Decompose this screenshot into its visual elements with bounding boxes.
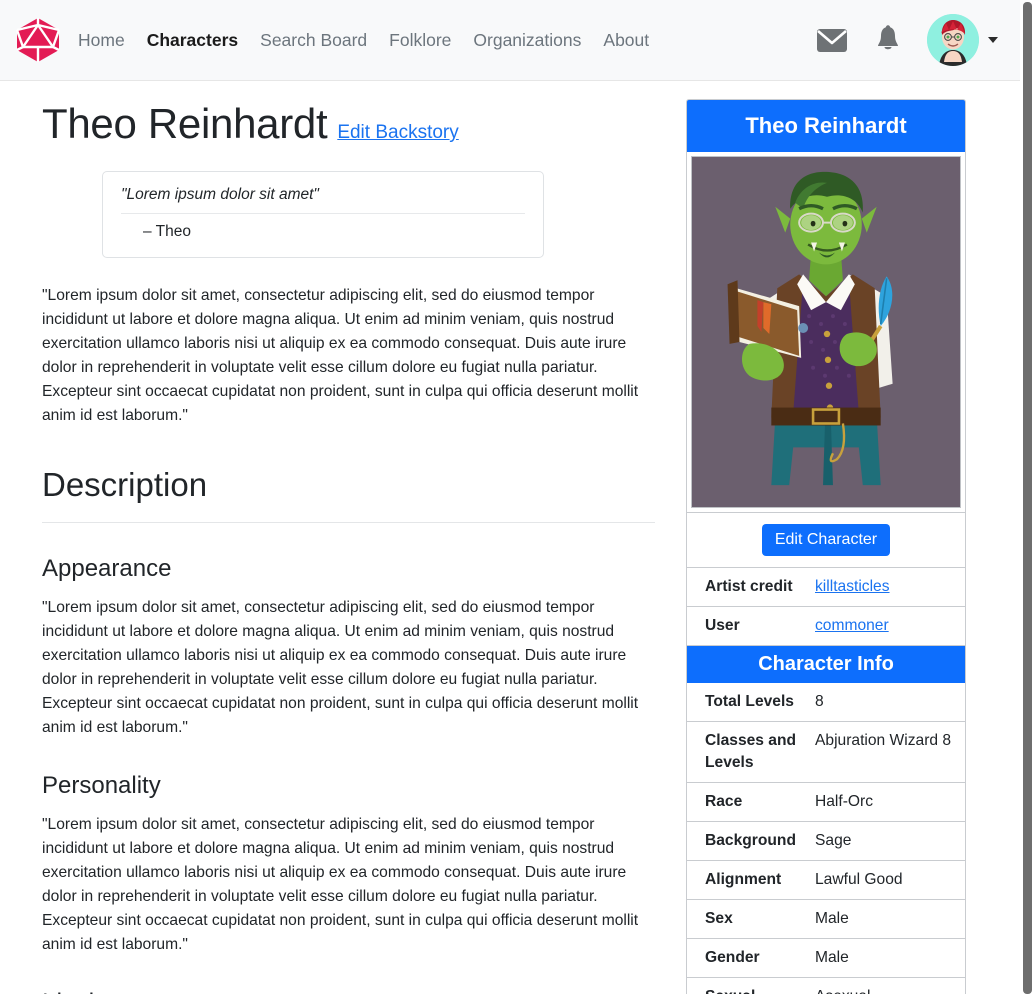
nav-item-about[interactable]: About xyxy=(603,30,649,51)
row-value: Sage xyxy=(815,821,965,861)
messages-button[interactable] xyxy=(815,23,849,57)
row-value: Male xyxy=(815,938,965,978)
character-card-title: Theo Reinhardt xyxy=(687,100,965,152)
table-row: Sexual Orientation Asexual xyxy=(687,977,965,994)
nav-item-characters[interactable]: Characters xyxy=(147,30,238,51)
user-link[interactable]: commoner xyxy=(815,617,889,634)
row-value: 8 xyxy=(815,682,965,722)
page-scrollbar[interactable] xyxy=(1020,0,1035,994)
description-heading: Description xyxy=(42,466,208,504)
personality-heading: Personality xyxy=(42,771,161,799)
row-label: Background xyxy=(687,821,815,861)
row-value: Lawful Good xyxy=(815,860,965,900)
row-label: Classes and Levels xyxy=(687,721,815,783)
row-label: Race xyxy=(687,782,815,822)
nav-item-organizations[interactable]: Organizations xyxy=(473,30,581,51)
notifications-button[interactable] xyxy=(871,23,905,57)
personality-text: "Lorem ipsum dolor sit amet, consectetur… xyxy=(42,816,639,954)
row-value: Male xyxy=(815,899,965,939)
main-content-column: Theo Reinhardt Edit Backstory "Lorem ips… xyxy=(0,81,686,994)
row-label: Alignment xyxy=(687,860,815,900)
nav-item-home[interactable]: Home xyxy=(78,30,125,51)
row-label: Sex xyxy=(687,899,815,939)
row-label: Gender xyxy=(687,938,815,978)
envelope-icon xyxy=(817,28,847,52)
row-value: Abjuration Wizard 8 xyxy=(815,721,965,783)
character-info-band: Character Info xyxy=(687,645,965,683)
table-row: Classes and Levels Abjuration Wizard 8 xyxy=(687,721,965,783)
chevron-down-icon xyxy=(988,37,998,43)
row-label: Artist credit xyxy=(687,567,815,607)
scrollbar-thumb[interactable] xyxy=(1023,2,1032,994)
table-row: Background Sage xyxy=(687,821,965,861)
row-label: Total Levels xyxy=(687,682,815,722)
nav-item-search-board[interactable]: Search Board xyxy=(260,30,367,51)
edit-backstory-link[interactable]: Edit Backstory xyxy=(337,122,458,144)
quote-author: – Theo xyxy=(143,223,191,241)
nav-actions xyxy=(815,14,998,66)
row-value: Asexual xyxy=(815,977,965,994)
bell-icon xyxy=(878,25,898,50)
table-row: Total Levels 8 xyxy=(687,682,965,722)
character-info-band-label: Character Info xyxy=(687,645,965,683)
description-divider xyxy=(42,521,655,523)
edit-character-button[interactable]: Edit Character xyxy=(761,523,891,556)
edit-character-cell: Edit Character xyxy=(687,511,965,568)
user-avatar-icon xyxy=(927,14,979,66)
title-row: Theo Reinhardt Edit Backstory xyxy=(42,99,666,149)
nav-item-folklore[interactable]: Folklore xyxy=(389,30,451,51)
table-row-user: User commoner xyxy=(687,606,965,646)
nav-links: Home Characters Search Board Folklore Or… xyxy=(78,30,815,51)
quote-text: "Lorem ipsum dolor sit amet" xyxy=(121,186,525,215)
user-menu[interactable] xyxy=(927,14,998,66)
character-info-table: Artist credit killtasticles User commone… xyxy=(687,567,965,994)
backstory-intro-text: "Lorem ipsum dolor sit amet, consectetur… xyxy=(42,287,639,425)
portrait-frame xyxy=(687,151,965,512)
table-row-artist-credit: Artist credit killtasticles xyxy=(687,567,965,607)
row-label: User xyxy=(687,606,815,646)
sidebar-column: Theo Reinhardt Edit Character Artist cre… xyxy=(686,81,1020,994)
table-row: Alignment Lawful Good xyxy=(687,860,965,900)
table-row: Sex Male xyxy=(687,899,965,939)
avatar xyxy=(927,14,979,66)
brand-logo[interactable] xyxy=(12,14,64,66)
ideals-heading: Ideals xyxy=(42,987,666,994)
row-value: commoner xyxy=(815,606,965,646)
quote-card: "Lorem ipsum dolor sit amet" – Theo xyxy=(102,171,544,259)
row-value: killtasticles xyxy=(815,567,965,607)
artist-credit-link[interactable]: killtasticles xyxy=(815,578,890,595)
row-value: Half-Orc xyxy=(815,782,965,822)
page-title: Theo Reinhardt xyxy=(42,100,328,147)
appearance-text: "Lorem ipsum dolor sit amet, consectetur… xyxy=(42,598,639,736)
top-navigation-bar: Home Characters Search Board Folklore Or… xyxy=(0,0,1020,81)
row-label: Sexual Orientation xyxy=(687,977,815,994)
character-portrait xyxy=(691,155,961,508)
character-card: Theo Reinhardt Edit Character Artist cre… xyxy=(686,99,966,994)
table-row: Race Half-Orc xyxy=(687,782,965,822)
d20-dice-logo-icon xyxy=(16,18,60,62)
appearance-heading: Appearance xyxy=(42,554,172,582)
page-body: Theo Reinhardt Edit Backstory "Lorem ips… xyxy=(0,81,1020,994)
table-row: Gender Male xyxy=(687,938,965,978)
